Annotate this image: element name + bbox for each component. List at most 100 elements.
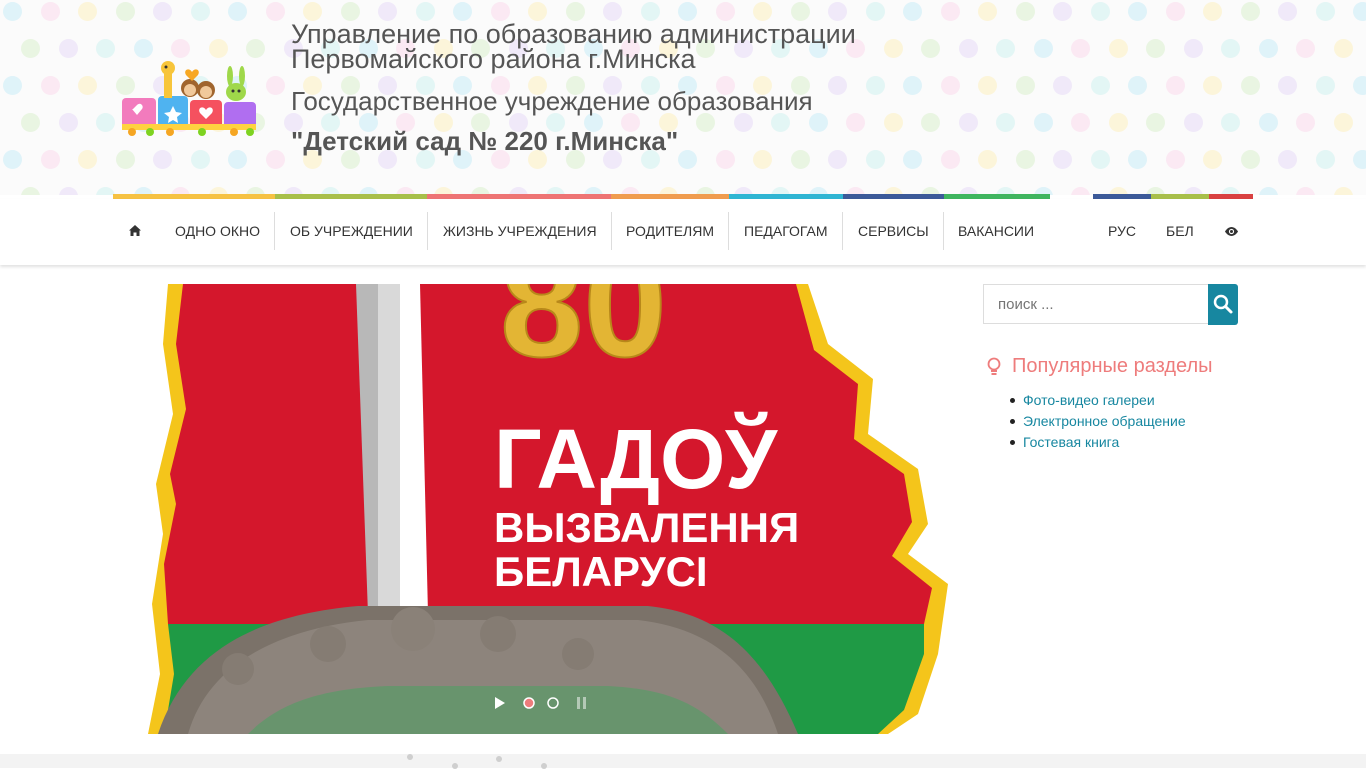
lang-by-link[interactable]: БЕЛ <box>1166 212 1194 250</box>
decor-dot <box>1240 2 1260 21</box>
link-guestbook[interactable]: Гостевая книга <box>1010 432 1186 453</box>
decor-dot <box>1258 113 1278 132</box>
slide-image: 80 ГАДОЎ ВЫЗВАЛЕННЯ БЕЛАРУСІ <box>148 284 948 734</box>
search-button[interactable] <box>1208 284 1238 325</box>
decor-dot <box>1090 150 1110 169</box>
decor-dot <box>1333 113 1353 132</box>
decor-dot <box>1015 2 1035 21</box>
decor-dot <box>1278 150 1297 169</box>
decor-dot <box>1053 2 1072 21</box>
decor-dot <box>190 150 210 169</box>
decor-dot <box>1015 76 1035 95</box>
decor-dot <box>1240 150 1260 169</box>
decor-dot <box>3 76 22 95</box>
decor-dot <box>208 39 228 58</box>
nav-item-services[interactable]: СЕРВИСЫ <box>858 212 929 250</box>
popular-sections-title: Популярные разделы <box>1012 355 1213 377</box>
nav-divider <box>427 212 428 250</box>
decor-dot <box>407 754 413 760</box>
decor-dot <box>1315 76 1335 95</box>
decor-dot <box>1278 2 1297 21</box>
popular-links: Фото-видео галереи Электронное обращение… <box>1010 390 1186 453</box>
decor-dot <box>265 150 285 169</box>
decor-dot <box>40 2 60 21</box>
decor-dot <box>541 763 547 769</box>
decor-dot <box>115 2 135 21</box>
play-icon[interactable] <box>495 697 505 709</box>
main-nav: ОДНО ОКНО ОБ УЧРЕЖДЕНИИ ЖИЗНЬ УЧРЕЖДЕНИЯ… <box>0 199 1366 265</box>
slide-dot-1[interactable] <box>523 697 535 709</box>
slide-dot-2[interactable] <box>547 697 559 709</box>
decor-dot <box>1203 2 1222 21</box>
decor-dot <box>1353 76 1366 95</box>
nav-divider <box>842 212 843 250</box>
decor-dot <box>1240 76 1260 95</box>
decor-dot <box>58 39 78 58</box>
site-header: Управление по образованию администрации … <box>0 0 1366 195</box>
decor-dot <box>190 2 210 21</box>
decor-dot <box>1183 39 1203 58</box>
footer-band <box>0 754 1366 769</box>
nav-item-teachers[interactable]: ПЕДАГОГАМ <box>744 212 828 250</box>
decor-dot <box>1258 187 1278 195</box>
nav-item-about[interactable]: ОБ УЧРЕЖДЕНИИ <box>290 212 413 250</box>
decor-dot <box>1258 39 1278 58</box>
decor-dot <box>1071 187 1090 195</box>
nav-item-parents[interactable]: РОДИТЕЛЯМ <box>626 212 714 250</box>
decor-dot <box>1296 39 1315 58</box>
nav-item-life[interactable]: ЖИЗНЬ УЧРЕЖДЕНИЯ <box>443 212 597 250</box>
decor-dot <box>265 76 285 95</box>
nav-divider <box>943 212 944 250</box>
decor-dot <box>1090 2 1110 21</box>
decor-dot <box>1165 2 1185 21</box>
decor-dot <box>153 150 172 169</box>
decor-dot <box>1053 150 1072 169</box>
slide-line-1: ГАДОЎ <box>494 412 778 506</box>
decor-dot <box>978 2 997 21</box>
link-electronic-appeal[interactable]: Электронное обращение <box>1010 411 1186 432</box>
decor-dot <box>21 113 40 132</box>
decor-dot <box>1353 2 1366 21</box>
search-icon <box>1213 294 1233 314</box>
lang-ru-link[interactable]: РУС <box>1108 212 1136 250</box>
kindergarten-logo[interactable] <box>118 58 260 136</box>
image-slider[interactable]: 80 ГАДОЎ ВЫЗВАЛЕННЯ БЕЛАРУСІ <box>128 284 968 734</box>
decor-dot <box>3 2 22 21</box>
nav-item-vacancies[interactable]: ВАКАНСИИ <box>958 212 1034 250</box>
link-photo-video-galleries[interactable]: Фото-видео галереи <box>1010 390 1186 411</box>
decor-dot <box>133 39 153 58</box>
decor-dot <box>228 150 247 169</box>
decor-dot <box>1315 150 1335 169</box>
decor-dot <box>78 150 97 169</box>
decor-dot <box>1203 76 1222 95</box>
eye-icon[interactable] <box>1224 212 1239 250</box>
decor-dot <box>115 150 135 169</box>
search-input[interactable] <box>983 284 1209 324</box>
decor-dot <box>1108 113 1128 132</box>
decor-dot <box>1315 2 1335 21</box>
decor-dot <box>1108 39 1128 58</box>
nav-divider <box>728 212 729 250</box>
pause-icon[interactable] <box>577 697 586 709</box>
decor-dot <box>1296 187 1315 195</box>
slide-line-2: ВЫЗВАЛЕННЯ <box>494 504 799 551</box>
decor-dot <box>171 39 190 58</box>
decor-dot <box>1203 150 1222 169</box>
header-titles: Управление по образованию администрации … <box>291 21 991 157</box>
institution-type: Государственное учреждение образования <box>291 86 813 116</box>
decor-dot <box>78 76 97 95</box>
decor-dot <box>96 113 115 132</box>
decor-dot <box>1165 150 1185 169</box>
decor-dot <box>940 2 960 21</box>
decor-dot <box>1033 39 1053 58</box>
decor-dot <box>903 2 922 21</box>
decor-dot <box>40 150 60 169</box>
nav-item-one-window[interactable]: ОДНО ОКНО <box>175 212 260 250</box>
decor-dot <box>96 39 115 58</box>
home-icon[interactable] <box>128 212 142 250</box>
decor-dot <box>21 187 40 195</box>
decor-dot <box>865 2 885 21</box>
institution-name: "Детский сад № 220 г.Минска" <box>291 126 679 156</box>
decor-dot <box>1353 150 1366 169</box>
decor-dot <box>996 39 1015 58</box>
